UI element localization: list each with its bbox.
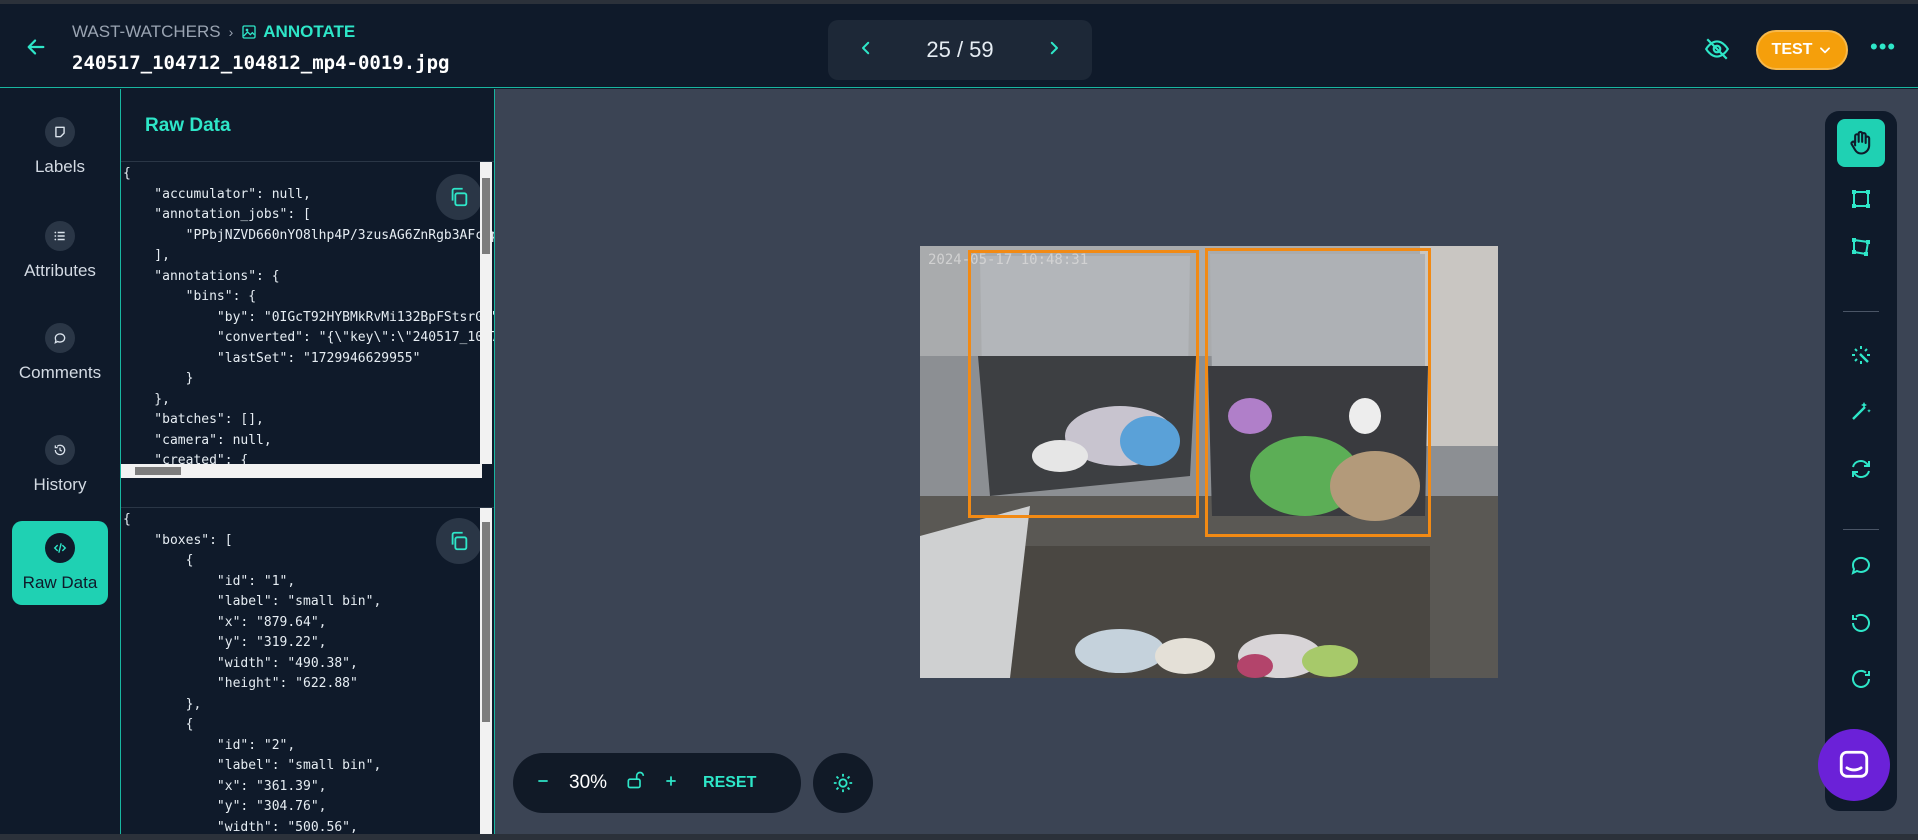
reset-zoom-button[interactable]: RESET xyxy=(703,774,756,792)
boxes-json-viewer[interactable]: { "boxes": [ { "id": "1", "label": "smal… xyxy=(121,507,494,840)
image-pager: 25 / 59 xyxy=(828,20,1092,80)
pan-tool[interactable] xyxy=(1837,119,1885,167)
hide-annotations-icon[interactable] xyxy=(1704,36,1732,64)
sync-icon xyxy=(1852,460,1870,478)
scrollbar-thumb[interactable] xyxy=(135,467,181,475)
raw-data-panel: Raw Data { "accumulator": null, "annotat… xyxy=(120,89,495,840)
history-icon xyxy=(45,435,75,465)
breadcrumb-project[interactable]: WAST-WATCHERS xyxy=(72,22,221,42)
code-icon xyxy=(45,533,75,563)
brightness-button[interactable] xyxy=(813,753,873,813)
scrollbar-thumb[interactable] xyxy=(482,178,490,254)
sidebar-item-raw-data[interactable]: Raw Data xyxy=(12,521,108,605)
support-chat-button[interactable] xyxy=(1818,729,1890,801)
document-json-viewer[interactable]: { "accumulator": null, "annotation_jobs"… xyxy=(121,161,494,481)
copy-document-button[interactable] xyxy=(436,174,482,220)
lock-zoom-button[interactable] xyxy=(625,770,645,796)
polygon-tool[interactable] xyxy=(1837,223,1885,271)
comment-icon xyxy=(1851,556,1870,575)
zoom-level: 30% xyxy=(569,772,608,793)
sidebar-item-label: Comments xyxy=(18,363,102,382)
magic-select-tool[interactable] xyxy=(1837,331,1885,379)
bbox-tool[interactable] xyxy=(1837,175,1885,223)
undo-button[interactable] xyxy=(1837,599,1885,647)
sidebar-item-history[interactable]: History xyxy=(12,423,108,507)
vertical-scrollbar[interactable] xyxy=(480,508,492,840)
vertical-scrollbar[interactable] xyxy=(480,162,492,464)
sidebar-item-label: Raw Data xyxy=(22,573,98,592)
label-icon xyxy=(45,117,75,147)
sidebar-item-label: Attributes xyxy=(24,261,96,280)
brightness-icon xyxy=(833,773,853,793)
page-counter: 25 / 59 xyxy=(926,37,994,62)
bounding-box-1[interactable] xyxy=(1205,248,1431,537)
copy-boxes-button[interactable] xyxy=(436,518,482,564)
horizontal-scrollbar[interactable] xyxy=(121,464,482,478)
breadcrumb-mode: ANNOTATE xyxy=(241,22,355,42)
annotated-image[interactable]: 2024-05-17 10:48:31 xyxy=(920,246,1498,678)
redo-icon xyxy=(1852,669,1870,688)
polygon-icon xyxy=(1852,238,1870,256)
copy-icon xyxy=(451,531,468,551)
sidebar-item-label: History xyxy=(33,475,87,494)
sync-tool[interactable] xyxy=(1837,445,1885,493)
previous-image-button[interactable] xyxy=(854,37,878,63)
window-status-bar xyxy=(0,834,1918,840)
comment-tool[interactable] xyxy=(1837,541,1885,589)
environment-button[interactable]: TEST xyxy=(1756,30,1848,70)
chevron-down-icon xyxy=(1820,47,1831,54)
zoom-out-button[interactable] xyxy=(535,772,551,795)
plus-icon xyxy=(666,775,676,786)
comment-icon xyxy=(45,323,75,353)
panel-title: Raw Data xyxy=(145,115,231,136)
hand-icon xyxy=(1850,130,1871,155)
unlock-icon xyxy=(627,771,645,789)
breadcrumb-mode-label: ANNOTATE xyxy=(263,22,356,41)
sidebar-item-labels[interactable]: Labels xyxy=(12,105,108,189)
sidebar-item-attributes[interactable]: Attributes xyxy=(12,209,108,293)
undo-icon xyxy=(1852,613,1870,632)
boxes-json-text: { "boxes": [ { "id": "1", "label": "smal… xyxy=(123,512,382,835)
copy-icon xyxy=(451,187,468,207)
back-arrow-icon[interactable] xyxy=(22,36,50,64)
tool-palette xyxy=(1825,111,1897,811)
image-icon xyxy=(242,25,256,39)
environment-label: TEST xyxy=(1771,41,1813,58)
list-icon xyxy=(45,221,75,251)
next-image-button[interactable] xyxy=(1042,37,1066,63)
bounding-box-2[interactable] xyxy=(968,250,1199,518)
tool-divider xyxy=(1843,529,1879,530)
chat-icon xyxy=(1839,750,1869,778)
top-bar: WAST-WATCHERS › ANNOTATE 240517_104712_1… xyxy=(0,0,1918,88)
magic-wand-tool[interactable] xyxy=(1837,387,1885,435)
sidebar-item-comments[interactable]: Comments xyxy=(12,311,108,395)
magic-wand-icon xyxy=(1852,402,1871,420)
scrollbar-thumb[interactable] xyxy=(482,522,490,722)
zoom-in-button[interactable] xyxy=(663,772,679,795)
breadcrumb: WAST-WATCHERS › ANNOTATE xyxy=(72,22,355,42)
tool-divider xyxy=(1843,311,1879,312)
file-name: 240517_104712_104812_mp4-0019.jpg xyxy=(72,52,450,74)
more-options-icon[interactable]: ••• xyxy=(1870,34,1896,60)
zoom-controls: 30% RESET xyxy=(513,753,801,813)
bbox-icon xyxy=(1852,190,1870,208)
annotation-canvas[interactable]: 2024-05-17 10:48:31 30% RESET xyxy=(495,89,1918,840)
magic-select-icon xyxy=(1852,346,1870,364)
chevron-right-icon: › xyxy=(228,24,234,40)
sidebar-item-label: Labels xyxy=(34,157,86,176)
redo-button[interactable] xyxy=(1837,655,1885,703)
minus-icon xyxy=(538,779,548,782)
left-sidebar: Labels Attributes Comments History Raw D… xyxy=(0,89,120,840)
